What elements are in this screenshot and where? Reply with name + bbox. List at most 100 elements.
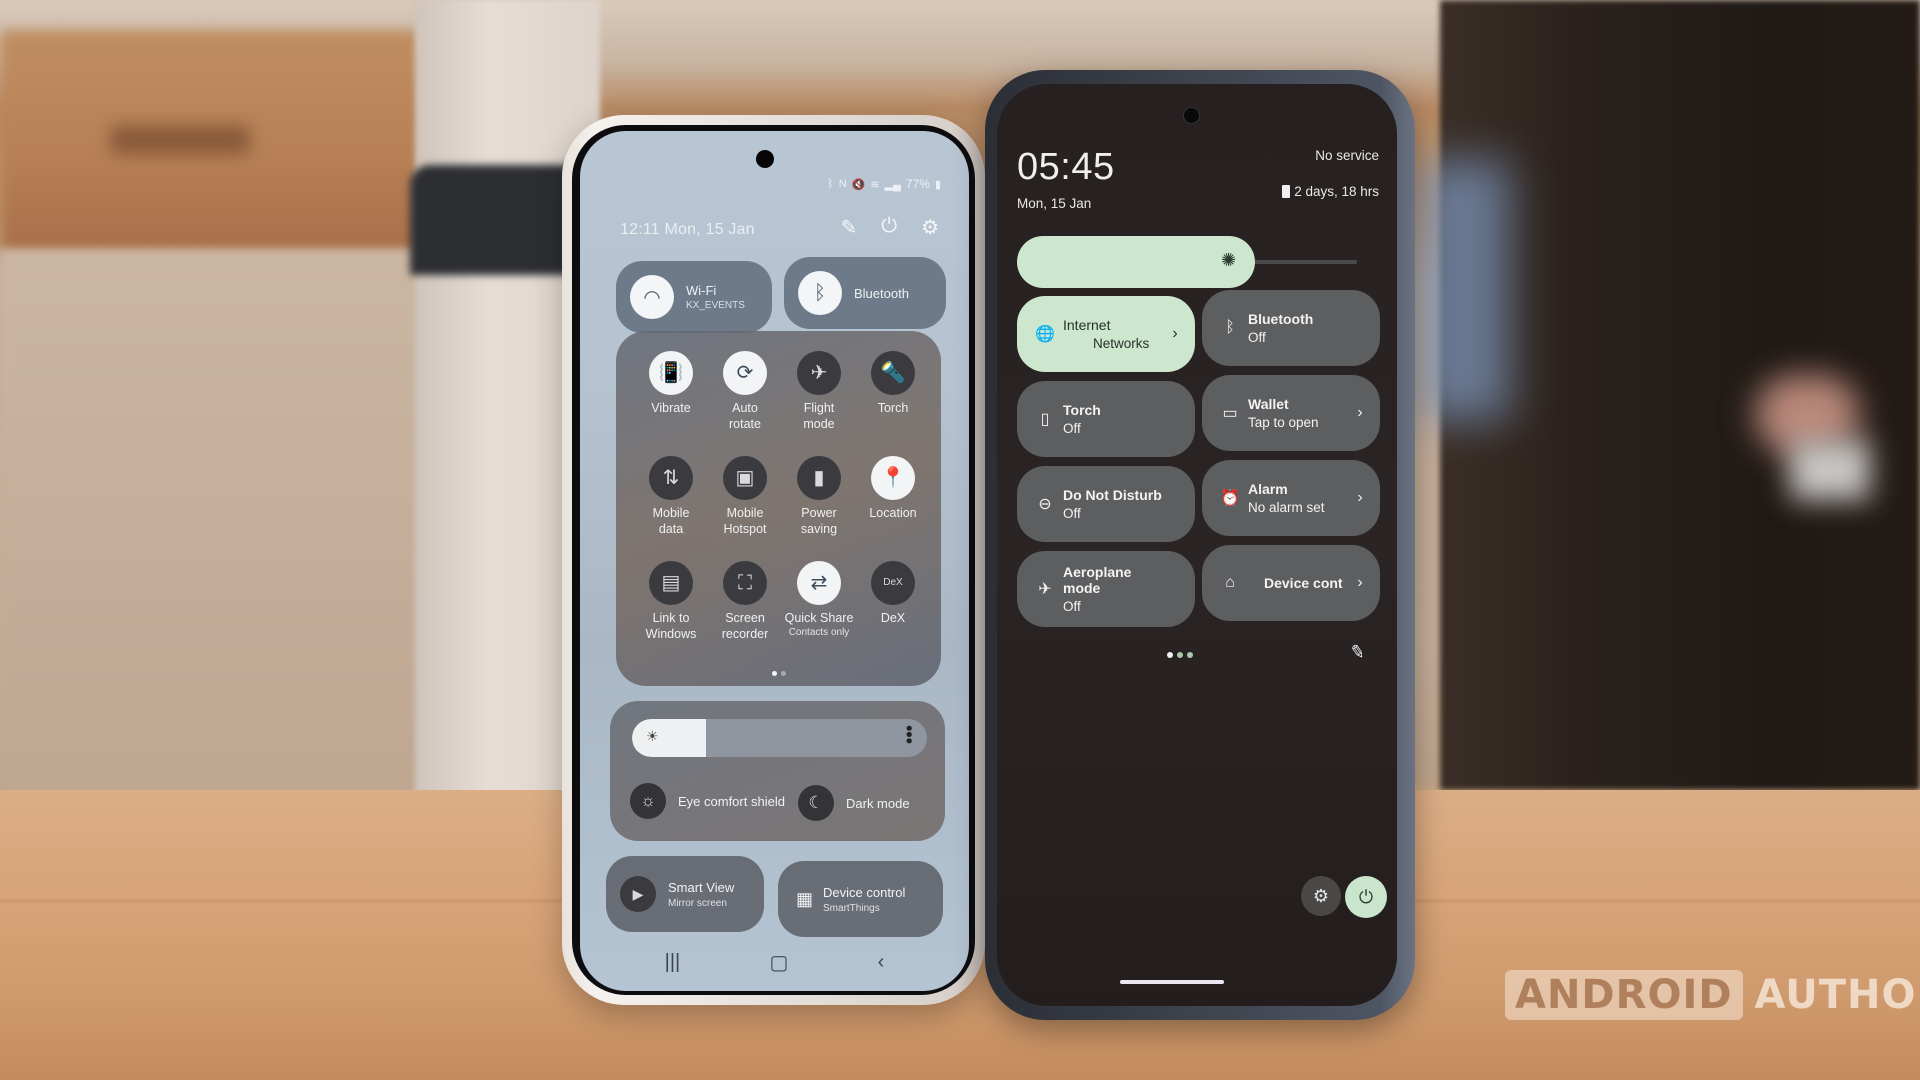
front-camera (1184, 108, 1199, 123)
quick-tile-aeroplane-mode[interactable]: ✈ Aeroplane mode Off (1017, 551, 1195, 627)
quick-tile-device-cont[interactable]: ⌂ Device cont › (1202, 545, 1380, 621)
back-button[interactable]: ‹ (878, 951, 885, 974)
battery-icon (1282, 185, 1291, 198)
wifi-network: KX_EVENTS (686, 300, 745, 311)
page-dot (1167, 652, 1173, 658)
tile-label: Vibrate (651, 401, 691, 415)
quick-tile-vibrate[interactable]: 📳 Vibrate (632, 351, 710, 417)
tile-label: Flight mode (803, 401, 835, 431)
device-control-icon: ▦ (796, 888, 814, 909)
pixel-quick-settings-screen: 05:45 Mon, 15 Jan No service 2 days, 18 … (997, 84, 1397, 1006)
quick-tile-mobile-hotspot[interactable]: ▣ Mobile Hotspot (706, 456, 784, 537)
navigation-bar: ||| ▢ ‹ (580, 947, 969, 977)
page-indicator[interactable] (1167, 652, 1193, 658)
edit-icon[interactable]: ✎ (840, 215, 857, 240)
background-shelf-handle (110, 125, 250, 155)
home-icon: ⌂ (1225, 574, 1235, 591)
quick-tile-alarm[interactable]: ⏰ Alarm No alarm set › (1202, 460, 1380, 536)
do-not-disturb-icon: ⊖ (1038, 496, 1052, 513)
power-icon[interactable]: ⏻ (881, 215, 897, 240)
power-saving-icon: ▮ (797, 456, 841, 500)
smart-view-pill[interactable]: ▶ Smart View Mirror screen (606, 856, 764, 932)
quick-tile-wallet[interactable]: ▭ Wallet Tap to open › (1202, 375, 1380, 451)
brightness-icon: ✺ (1221, 250, 1237, 270)
torch-icon: ▯ (1040, 411, 1050, 428)
power-button[interactable]: ⏻ (1345, 876, 1387, 918)
tile-label: Torch (877, 401, 909, 415)
quick-tiles-panel: 📳 Vibrate ⟳ Auto rotate ✈ Flight mode 🔦 Torch ⇅ M… (616, 331, 941, 686)
settings-icon[interactable]: ⚙ (921, 215, 939, 240)
wifi-pill[interactable]: ◠ Wi-Fi KX_EVENTS (616, 261, 772, 333)
background-wall (0, 250, 420, 810)
pixel-phone: 05:45 Mon, 15 Jan No service 2 days, 18 … (985, 70, 1415, 1020)
quick-tile-quick-share[interactable]: ⇄ Quick Share Contacts only (780, 561, 858, 639)
bluetooth-pill[interactable]: ᛒ Bluetooth (784, 257, 946, 329)
quick-tile-bluetooth[interactable]: ᛒ Bluetooth Off (1202, 290, 1380, 366)
quick-tile-power-saving[interactable]: ▮ Power saving (780, 456, 858, 537)
front-camera (756, 150, 774, 168)
quick-tile-do-not-disturb[interactable]: ⊖ Do Not Disturb Off (1017, 466, 1195, 542)
nfc-icon: N (838, 178, 847, 190)
tile-text: Bluetooth Off (1248, 311, 1348, 345)
bluetooth-label: Bluetooth (854, 285, 909, 301)
battery-estimate-text: 2 days, 18 hrs (1294, 184, 1379, 199)
power-icon: ⏻ (1358, 886, 1374, 907)
auto-rotate-icon: ⟳ (723, 351, 767, 395)
quick-share-icon: ⇄ (797, 561, 841, 605)
mobile-data-icon: ⇅ (649, 456, 693, 500)
page-dot (1187, 652, 1193, 658)
tile-label: Power saving (800, 506, 838, 536)
settings-icon: ⚙ (1312, 885, 1330, 906)
wifi-icon: ≋ (870, 178, 880, 191)
tile-label: Link to Windows (645, 611, 697, 641)
quick-tile-internet[interactable]: 🌐 Internet Networks › (1017, 296, 1195, 372)
more-options-icon[interactable]: ••• (899, 725, 919, 744)
wallet-icon: ▭ (1222, 405, 1238, 422)
brightness-icon: ☀ (646, 728, 659, 744)
internet-icon: 🌐 (1035, 326, 1055, 343)
tile-sublabel: Networks (1093, 336, 1150, 351)
tile-label: Alarm (1248, 481, 1288, 497)
watermark-plain: AUTHORITY (1754, 972, 1920, 1018)
edit-icon[interactable]: ✎ (1348, 641, 1366, 664)
background-cuff (1790, 440, 1870, 500)
tile-text: Internet Networks (1063, 317, 1163, 351)
quick-tile-link-to-windows[interactable]: ▤ Link to Windows (632, 561, 710, 642)
eye-comfort-toggle[interactable]: ☼ Eye comfort shield (630, 783, 785, 819)
tile-label: Auto rotate (729, 401, 761, 431)
quick-tile-screen-recorder[interactable]: ⛶ Screen recorder (706, 561, 784, 642)
recents-button[interactable]: ||| (665, 951, 681, 974)
quick-tile-mobile-data[interactable]: ⇅ Mobile data (632, 456, 710, 537)
link-to-windows-icon: ▤ (649, 561, 693, 605)
dark-mode-toggle[interactable]: ☾ Dark mode (798, 785, 910, 821)
wifi-icon: ◠ (630, 275, 674, 319)
tile-text: Do Not Disturb Off (1063, 487, 1163, 521)
clock: 05:45 (1017, 146, 1115, 188)
tile-label: Aeroplane mode (1063, 564, 1132, 596)
tile-sublabel: No alarm set (1248, 500, 1325, 515)
tile-label: Location (869, 506, 917, 520)
quick-tile-flight-mode[interactable]: ✈ Flight mode (780, 351, 858, 432)
home-button[interactable]: ▢ (769, 950, 788, 975)
gesture-bar[interactable] (1120, 980, 1224, 984)
brightness-slider[interactable]: ☀ ••• (632, 719, 927, 757)
tile-label: Wallet (1248, 396, 1289, 412)
page-indicator[interactable] (772, 671, 786, 676)
quick-tile-location[interactable]: 📍 Location (854, 456, 932, 522)
brightness-slider[interactable]: ✺ (1017, 236, 1357, 288)
brightness-fill (632, 719, 706, 757)
device-control-pill[interactable]: ▦ Device control SmartThings (778, 861, 943, 937)
dark-mode-icon: ☾ (798, 785, 834, 821)
torch-icon: 🔦 (871, 351, 915, 395)
brightness-panel: ☀ ••• ☼ Eye comfort shield ☾ Dark mode (610, 701, 945, 841)
tile-label: Quick Share (784, 611, 854, 625)
quick-tile-auto-rotate[interactable]: ⟳ Auto rotate (706, 351, 784, 432)
status-bar: ᛒ N 🔇 ≋ ▂▄ 77% ▮ (827, 177, 941, 191)
tile-sublabel: Tap to open (1248, 415, 1319, 430)
quick-tile-dex[interactable]: DeX DeX (854, 561, 932, 627)
quick-tile-torch[interactable]: ▯ Torch Off (1017, 381, 1195, 457)
tile-sublabel: Off (1248, 330, 1266, 345)
settings-button[interactable]: ⚙ (1301, 876, 1341, 916)
quick-tile-torch[interactable]: 🔦 Torch (854, 351, 932, 417)
airplane-icon: ✈ (797, 351, 841, 395)
